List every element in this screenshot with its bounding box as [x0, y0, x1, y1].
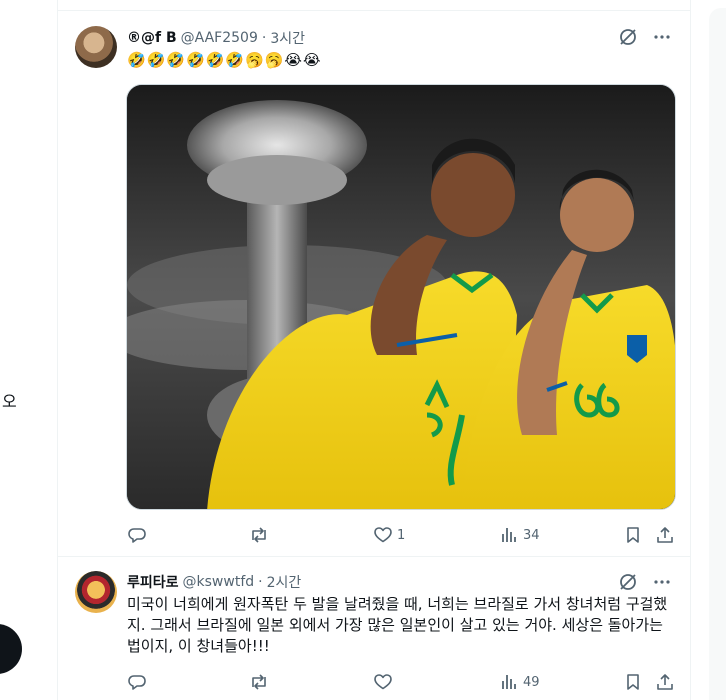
timeline: ®@f B @AAF2509 · 3시간 🤣🤣🤣🤣🤣🤣🥱🥱😭😭 1 34 루피타…: [57, 0, 691, 700]
reply-button[interactable]: [127, 670, 151, 694]
views-button[interactable]: 34: [499, 523, 540, 547]
right-sidebar: [692, 0, 726, 700]
tweet-action-bar: 1 34: [127, 523, 675, 547]
left-sidebar: 오: [0, 0, 57, 700]
right-panel: [709, 8, 726, 700]
repost-icon: [249, 525, 269, 545]
like-button[interactable]: [373, 670, 397, 694]
reply-icon: [127, 525, 147, 545]
tweet-header: ®@f B @AAF2509 · 3시간: [127, 28, 305, 48]
tweet-action-bar: 49: [127, 670, 675, 694]
divider: [58, 556, 690, 557]
tweet-photo[interactable]: [126, 84, 676, 510]
heart-icon: [373, 672, 393, 692]
author-name[interactable]: 루피타로: [127, 572, 179, 592]
repost-button[interactable]: [249, 670, 273, 694]
views-button[interactable]: 49: [499, 670, 540, 694]
post-compose-button[interactable]: [0, 624, 22, 674]
repost-button[interactable]: [249, 523, 273, 547]
bookmark-button[interactable]: [623, 670, 643, 694]
heart-icon: [373, 525, 393, 545]
share-icon: [655, 672, 675, 692]
tweet-top-actions: [618, 572, 672, 592]
tweet-text: 미국이 너희에게 원자폭탄 두 발을 날려줬을 때, 너희는 브라질로 가서 창…: [127, 595, 668, 655]
grok-icon[interactable]: [618, 572, 638, 592]
share-button[interactable]: [655, 523, 675, 547]
reply-button[interactable]: [127, 523, 151, 547]
tweet-header: 루피타로 @kswwtfd · 2시간: [127, 572, 301, 592]
author-handle[interactable]: @kswwtfd: [183, 574, 255, 590]
more-icon[interactable]: [652, 27, 672, 47]
tweet-top-actions: [618, 27, 672, 47]
more-icon[interactable]: [652, 572, 672, 592]
bookmark-button[interactable]: [623, 523, 643, 547]
avatar[interactable]: [75, 571, 117, 613]
tweet-text: 🤣🤣🤣🤣🤣🤣🥱🥱😭😭: [127, 51, 322, 69]
author-handle[interactable]: @AAF2509: [181, 30, 258, 46]
grok-icon[interactable]: [618, 27, 638, 47]
reply-icon: [127, 672, 147, 692]
separator: ·: [261, 30, 267, 46]
views-icon: [499, 672, 519, 692]
timestamp[interactable]: 3시간: [270, 28, 305, 48]
views-count: 49: [523, 674, 540, 690]
timestamp[interactable]: 2시간: [267, 572, 302, 592]
repost-icon: [249, 672, 269, 692]
views-icon: [499, 525, 519, 545]
sidebar-partial-label: 오: [2, 392, 17, 411]
like-button[interactable]: 1: [373, 523, 405, 547]
share-button[interactable]: [655, 670, 675, 694]
separator: ·: [258, 574, 263, 590]
bookmark-icon: [623, 672, 643, 692]
bookmark-icon: [623, 525, 643, 545]
author-name[interactable]: ®@f B: [127, 30, 177, 46]
share-icon: [655, 525, 675, 545]
views-count: 34: [523, 527, 540, 543]
divider: [58, 10, 690, 11]
like-count: 1: [397, 527, 406, 543]
avatar[interactable]: [75, 26, 117, 68]
